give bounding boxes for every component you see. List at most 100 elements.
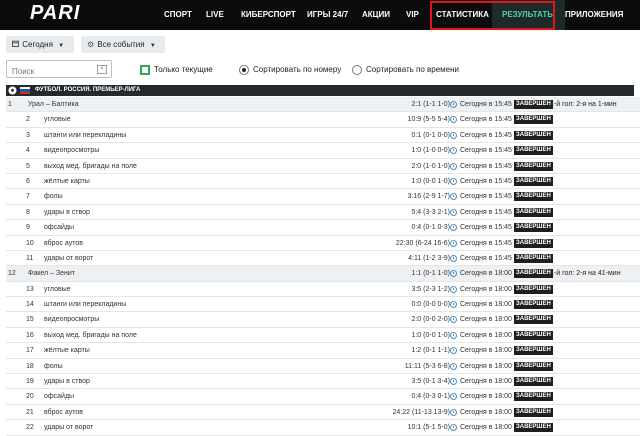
match-time: Сегодня в 18:00 — [460, 362, 512, 370]
sort-by-time-label[interactable]: Сортировать по времени — [366, 65, 459, 75]
stat-name: угловые — [44, 285, 71, 293]
match-time: Сегодня в 18:00 — [460, 270, 512, 278]
status-badge: ЗАВЕРШЕН — [514, 176, 553, 186]
clear-search-icon[interactable]: × — [97, 65, 107, 74]
gear-icon: ⚙ — [87, 40, 95, 49]
stat-row[interactable]: 9 офсайды 0:4 (0-1 0-3) Сегодня в 15:45 ЗАВЕ… — [6, 220, 640, 236]
match-row[interactable]: 12 Факел – Зенит 1:1 (0-1 1-0) Сегодня в 18… — [6, 266, 640, 282]
row-number: 19 — [26, 378, 34, 386]
stat-row[interactable]: 18 фолы 11:11 (5-3 6-8) Сегодня в 18:00 ЗАВЕ… — [6, 359, 640, 375]
row-number: 6 — [26, 177, 30, 185]
row-number: 10 — [26, 239, 34, 247]
score: 1:2 (0-1 1-1) — [411, 347, 450, 355]
stat-row[interactable]: 8 удары в створ 5:4 (3-3 2-1) Сегодня в 15:… — [6, 205, 640, 221]
stat-name: офсайды — [44, 224, 75, 232]
row-number: 21 — [26, 408, 34, 416]
stat-row[interactable]: 10 вброс аутов 22:30 (6-24 16-6) Сегодня в … — [6, 236, 640, 251]
match-time: Сегодня в 15:45 — [460, 101, 512, 108]
league-header[interactable]: ФУТБОЛ. РОССИЯ. ПРЕМЬЕР-ЛИГА — [6, 85, 634, 96]
score: 0:1 (0-1 0-0) — [411, 131, 450, 139]
nav-item-vip[interactable]: VIP — [406, 0, 419, 30]
clock-icon — [450, 147, 457, 155]
events-dropdown[interactable]: ⚙ Все события ▼ — [81, 36, 165, 53]
clock-icon — [450, 347, 457, 355]
stat-row[interactable]: 11 удары от ворот 4:11 (1-2 3-9) Сегодня в … — [6, 251, 640, 267]
nav-item-sport[interactable]: СПОРТ — [164, 0, 192, 30]
stat-row[interactable]: 15 видеопросмотры 2:0 (0-0 2-0) Сегодня в 1… — [6, 312, 640, 328]
row-number: 2 — [26, 116, 30, 124]
score: 10:1 (5-1 5-0) — [407, 424, 450, 432]
nav-item-live[interactable]: LIVE — [206, 0, 224, 30]
score: 24:22 (11-13 13-9) — [392, 408, 450, 416]
stat-name: штанги или перекладины — [44, 301, 127, 309]
clock-icon — [450, 393, 457, 401]
top-navigation: PARI СПОРТ LIVE КИБЕРСПОРТ ИГРЫ 24/7 АКЦ… — [0, 0, 640, 30]
score: 3:5 (2-3 1-2) — [411, 285, 450, 293]
score: 2:1 (1-1 1-0) — [411, 101, 450, 108]
sort-by-number-label[interactable]: Сортировать по номеру — [253, 65, 341, 75]
clock-icon — [450, 208, 457, 216]
stat-name: фолы — [44, 362, 63, 370]
stat-row[interactable]: 21 вброс аутов 24:22 (11-13 13-9) Сегодня в… — [6, 405, 640, 421]
clock-icon — [450, 301, 457, 309]
clock-icon — [450, 193, 457, 201]
clock-icon — [450, 116, 457, 124]
match-time: Сегодня в 15:45 — [460, 116, 512, 124]
nav-item-apps[interactable]: ПРИЛОЖЕНИЯ — [565, 0, 623, 30]
stat-row[interactable]: 2 угловые 10:9 (5-5 5-4) Сегодня в 15:45 ЗАВ… — [6, 112, 640, 128]
clock-icon — [450, 239, 457, 247]
match-row[interactable]: 1 Урал – Балтика 2:1 (1-1 1-0) Сегодня в 15… — [6, 97, 640, 113]
stat-row[interactable]: 5 выход мед. бригады на поле 2:0 (1-0 1-0)… — [6, 159, 640, 174]
stat-name: выход мед. бригады на поле — [44, 162, 137, 170]
only-current-label[interactable]: Только текущие — [154, 65, 213, 75]
stat-row[interactable]: 16 выход мед. бригады на поле 1:0 (0-0 1-0… — [6, 328, 640, 344]
date-dropdown[interactable]: Сегодня ▼ — [6, 36, 74, 53]
row-number: 11 — [26, 254, 34, 262]
status-badge: ЗАВЕРШЕН — [514, 223, 553, 233]
events-dropdown-label: Все события — [97, 40, 145, 49]
only-current-checkbox[interactable] — [140, 65, 150, 75]
match-time: Сегодня в 15:45 — [460, 208, 512, 216]
row-number: 9 — [26, 224, 30, 232]
search-input[interactable] — [12, 64, 96, 79]
stat-row[interactable]: 3 штанги или перекладины 0:1 (0-1 0-0) Сего… — [6, 128, 640, 144]
sort-by-number-radio[interactable] — [239, 65, 249, 75]
stat-name: удары от ворот — [44, 424, 94, 432]
score: 1:1 (0-1 1-0) — [411, 270, 450, 278]
pari-logo[interactable]: PARI — [30, 3, 114, 23]
row-number: 18 — [26, 362, 34, 370]
stat-name: офсайды — [44, 393, 75, 401]
clock-icon — [450, 362, 457, 370]
status-badge: ЗАВЕРШЕН — [514, 253, 553, 263]
match-time: Сегодня в 18:00 — [460, 301, 512, 309]
nav-item-results[interactable]: РЕЗУЛЬТАТЫ — [492, 0, 566, 30]
sort-by-time-radio[interactable] — [352, 65, 362, 75]
clock-icon — [450, 424, 457, 432]
stat-row[interactable]: 19 удары в створ 3:5 (0-1 3-4) Сегодня в 18… — [6, 374, 640, 390]
stat-name: вброс аутов — [44, 408, 83, 416]
stat-row[interactable]: 20 офсайды 0:4 (0-3 0-1) Сегодня в 18:00 ЗАВ… — [6, 389, 640, 405]
nav-item-statistics[interactable]: СТАТИСТИКА — [436, 0, 489, 30]
clock-icon — [450, 285, 457, 293]
match-time: Сегодня в 15:45 — [460, 177, 512, 185]
status-badge: ЗАВЕРШЕН — [514, 315, 553, 325]
stat-row[interactable]: 13 угловые 3:5 (2-3 1-2) Сегодня в 18:00 ЗАВ… — [6, 282, 640, 298]
stat-row[interactable]: 6 жёлтые карты 1:0 (0-0 1-0) Сегодня в 15:4… — [6, 174, 640, 190]
match-time: Сегодня в 18:00 — [460, 424, 512, 432]
clock-icon — [450, 101, 457, 108]
stat-row[interactable]: 22 удары от ворот 10:1 (5-1 5-0) Сегодня в … — [6, 420, 640, 436]
nav-item-games-24-7[interactable]: ИГРЫ 24/7 — [307, 0, 348, 30]
status-badge: ЗАВЕРШЕН — [514, 100, 553, 109]
stat-row[interactable]: 4 видеопросмотры 1:0 (1-0 0-0) Сегодня в 15… — [6, 143, 640, 159]
status-badge: ЗАВЕРШЕН — [514, 269, 553, 279]
status-badge: ЗАВЕРШЕН — [514, 115, 553, 125]
league-title: ФУТБОЛ. РОССИЯ. ПРЕМЬЕР-ЛИГА — [35, 87, 141, 93]
nav-item-promotions[interactable]: АКЦИИ — [362, 0, 390, 30]
stat-row[interactable]: 7 фолы 3:16 (2-9 1-7) Сегодня в 15:45 ЗАВЕРШ… — [6, 189, 640, 205]
stat-row[interactable]: 17 жёлтые карты 1:2 (0-1 1-1) Сегодня в 18:… — [6, 343, 640, 359]
stat-row[interactable]: 14 штанги или перекладины 0:0 (0-0 0-0) Сег… — [6, 297, 640, 313]
score: 1:0 (1-0 0-0) — [411, 147, 450, 155]
match-time: Сегодня в 15:45 — [460, 193, 512, 201]
clock-icon — [450, 224, 457, 232]
nav-item-esports[interactable]: КИБЕРСПОРТ — [241, 0, 296, 30]
